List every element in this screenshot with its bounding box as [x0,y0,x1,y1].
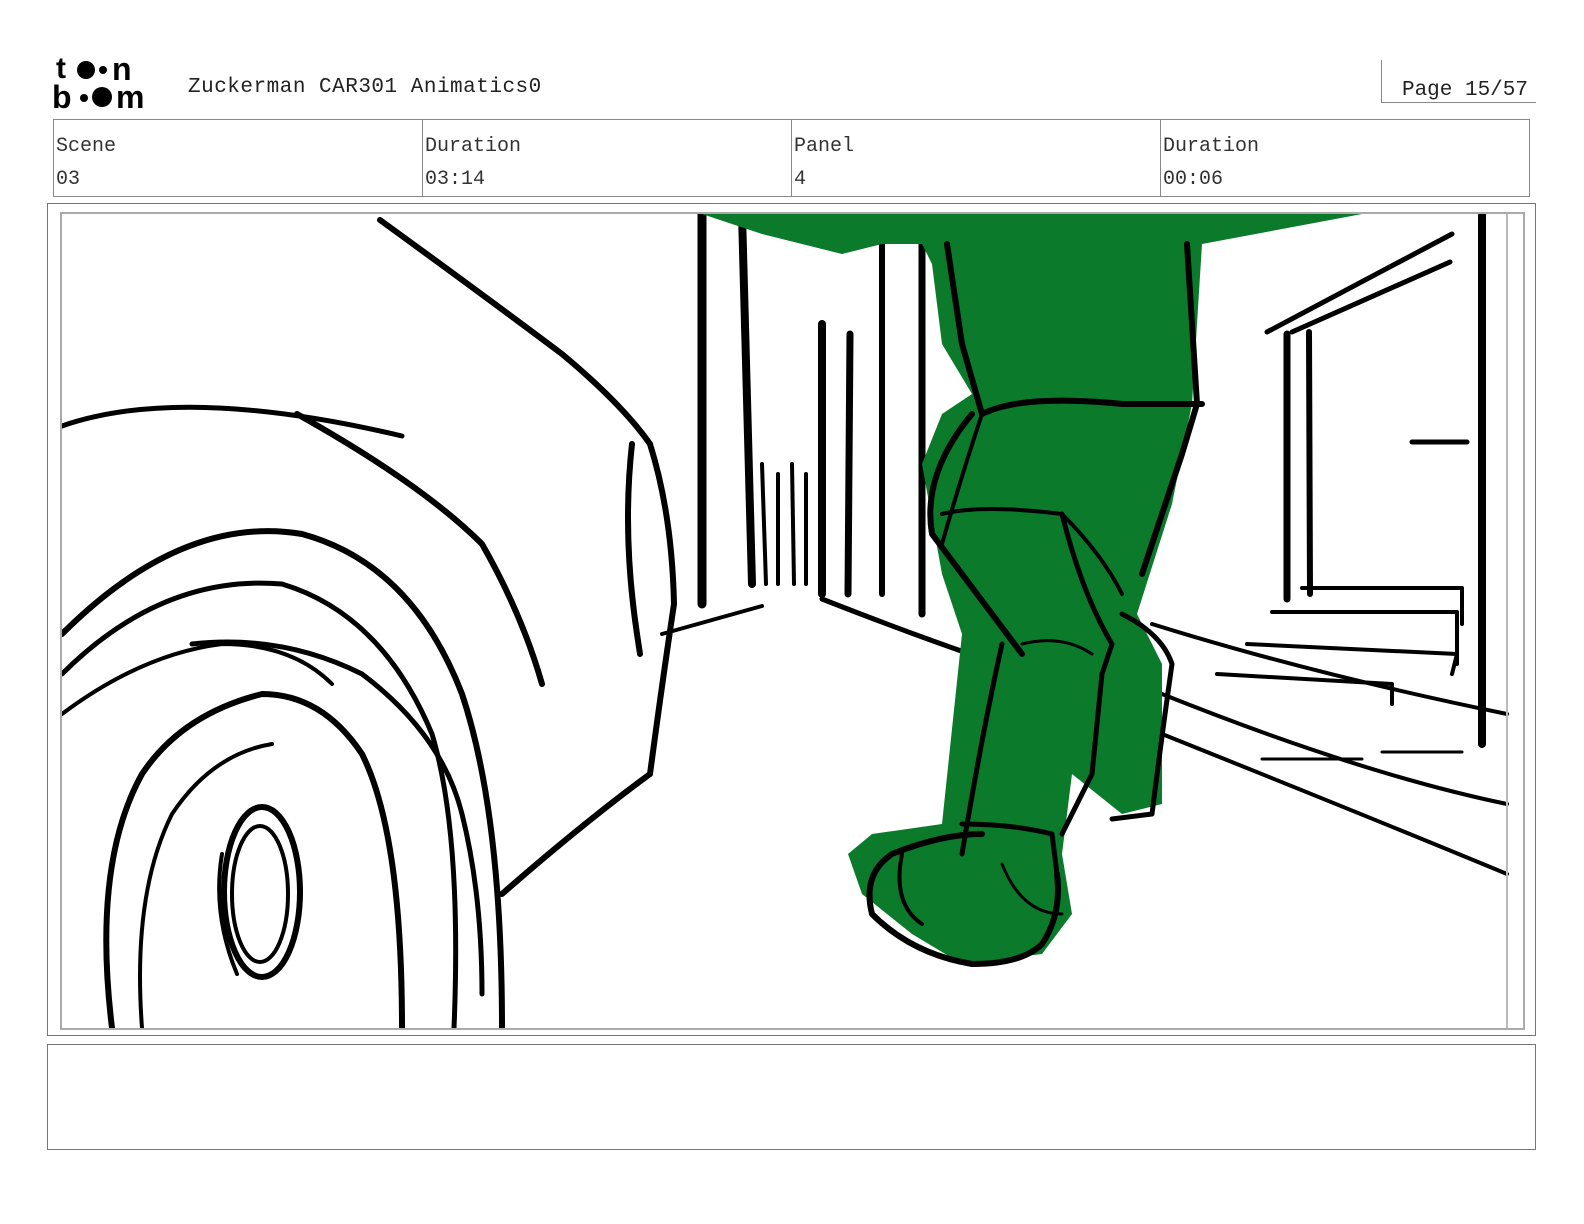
scene-cell: Scene 03 [54,120,423,196]
page-indicator: Page 15/57 [1381,60,1536,103]
panel-duration-value: 00:06 [1163,168,1224,191]
panel-value: 4 [794,168,807,191]
document-title: Zuckerman CAR301 Animatics0 [188,76,542,99]
panel-notes [47,1044,1536,1150]
panel-duration-cell: Duration 00:06 [1161,120,1529,196]
panel-image [60,212,1525,1030]
panel-duration-label: Duration [1163,135,1260,158]
page-number: Page 15/57 [1401,79,1528,102]
scene-value: 03 [56,168,81,191]
scene-duration-value: 03:14 [425,168,486,191]
character-fill [702,214,1362,964]
svg-text:m: m [116,79,144,112]
svg-text:b: b [52,79,72,112]
panel-label: Panel [794,135,855,158]
toonboom-logo: t n b m [50,50,164,112]
toonboom-logo-icon: t n b m [52,51,144,112]
scene-duration-cell: Duration 03:14 [423,120,792,196]
scene-duration-label: Duration [425,135,522,158]
scene-label: Scene [56,135,117,158]
storyboard-sketch-icon [62,214,1509,1028]
panel-cell: Panel 4 [792,120,1161,196]
scene-info-table: Scene 03 Duration 03:14 Panel 4 Duration… [53,119,1530,197]
